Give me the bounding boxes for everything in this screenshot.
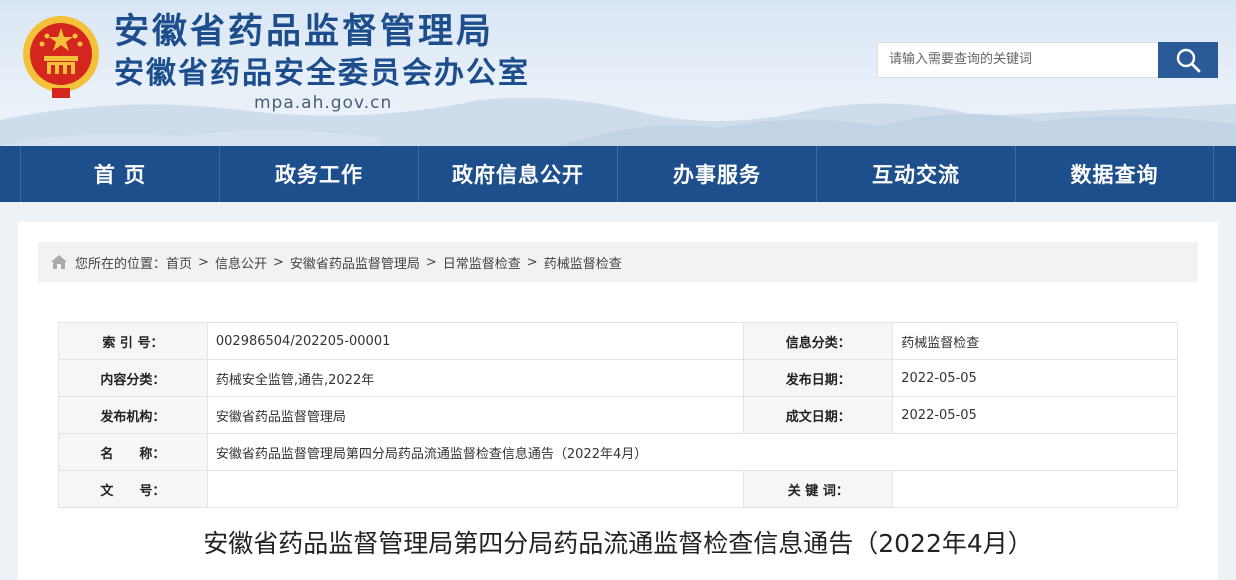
meta-value-pubdate: 2022-05-05: [892, 359, 1178, 397]
breadcrumb-separator: >: [198, 254, 209, 270]
main-nav: 首 页 政务工作 政府信息公开 办事服务 互动交流 数据查询: [0, 146, 1236, 202]
site-domain: mpa.ah.gov.cn: [254, 93, 393, 113]
meta-label: 索 引 号：: [58, 322, 208, 360]
nav-item-services[interactable]: 办事服务: [617, 146, 816, 202]
meta-label: 发布日期：: [743, 359, 894, 397]
breadcrumb-separator: >: [425, 254, 437, 270]
meta-value-category: 药械监督检查: [892, 322, 1178, 360]
document-meta-table: 索 引 号： 002986504/202205-00001 信息分类： 药械监督…: [58, 322, 1179, 508]
breadcrumb-separator: >: [526, 254, 538, 270]
article-title: 安徽省药品监督管理局第四分局药品流通监督检查信息通告（2022年4月）: [203, 529, 1033, 558]
meta-label: 名 称：: [58, 433, 208, 471]
breadcrumb-prefix: 您所在的位置：: [75, 256, 167, 272]
nav-item-data-query[interactable]: 数据查询: [1015, 146, 1214, 202]
search-icon: [1176, 48, 1201, 73]
breadcrumb-link-home[interactable]: 首页: [166, 253, 192, 272]
site-title: 安徽省药品监督管理局: [114, 12, 495, 52]
meta-value-index: 002986504/202205-00001: [206, 322, 745, 360]
meta-value-org: 安徽省药品监督管理局: [206, 396, 745, 434]
table-row: 名 称： 安徽省药品监督管理局第四分局药品流通监督检查信息通告（2022年4月）: [58, 433, 1179, 471]
meta-label: 发布机构：: [58, 396, 208, 434]
table-row: 索 引 号： 002986504/202205-00001 信息分类： 药械监督…: [58, 322, 1178, 360]
table-row: 文 号： 关 键 词：: [58, 470, 1178, 508]
meta-value-keywords: [892, 470, 1178, 508]
meta-value-docdate: 2022-05-05: [892, 396, 1178, 434]
content-panel: 您所在的位置： 首页 > 信息公开 > 安徽省药品监督管理局 > 日常监督检查 …: [18, 222, 1218, 580]
meta-value-content: 药械安全监管,通告,2022年: [206, 359, 745, 397]
nav-item-home[interactable]: 首 页: [20, 146, 219, 202]
meta-label: 文 号：: [58, 470, 208, 508]
meta-value-docno: [206, 470, 745, 508]
breadcrumb-link-drug-device-inspection[interactable]: 药械监督检查: [544, 253, 622, 272]
search-input[interactable]: 请输入需要查询的关键词: [877, 42, 1158, 78]
site-header: 安徽省药品监督管理局 安徽省药品安全委员会办公室 mpa.ah.gov.cn 请…: [0, 0, 1236, 146]
table-row: 内容分类： 药械安全监管,通告,2022年 发布日期： 2022-05-05: [58, 359, 1178, 397]
national-emblem-icon: [23, 16, 99, 98]
nav-item-government-work[interactable]: 政务工作: [219, 146, 418, 202]
nav-item-info-disclosure[interactable]: 政府信息公开: [418, 146, 617, 202]
site-subtitle: 安徽省药品安全委员会办公室: [114, 56, 530, 91]
search-button[interactable]: [1158, 42, 1218, 78]
breadcrumb-separator: >: [272, 254, 284, 270]
breadcrumb-link-bureau[interactable]: 安徽省药品监督管理局: [290, 253, 420, 272]
meta-label: 信息分类：: [743, 322, 894, 360]
nav-item-interaction[interactable]: 互动交流: [816, 146, 1015, 202]
breadcrumb: 您所在的位置： 首页 > 信息公开 > 安徽省药品监督管理局 > 日常监督检查 …: [38, 242, 1198, 282]
breadcrumb-link-info[interactable]: 信息公开: [215, 253, 267, 272]
home-icon: [51, 255, 67, 269]
meta-label: 成文日期：: [743, 396, 894, 434]
meta-label: 关 键 词：: [743, 470, 894, 508]
meta-value-name: 安徽省药品监督管理局第四分局药品流通监督检查信息通告（2022年4月）: [206, 433, 1179, 471]
table-row: 发布机构： 安徽省药品监督管理局 成文日期： 2022-05-05: [58, 396, 1178, 434]
meta-label: 内容分类：: [58, 359, 208, 397]
breadcrumb-link-daily-inspection[interactable]: 日常监督检查: [443, 253, 521, 272]
